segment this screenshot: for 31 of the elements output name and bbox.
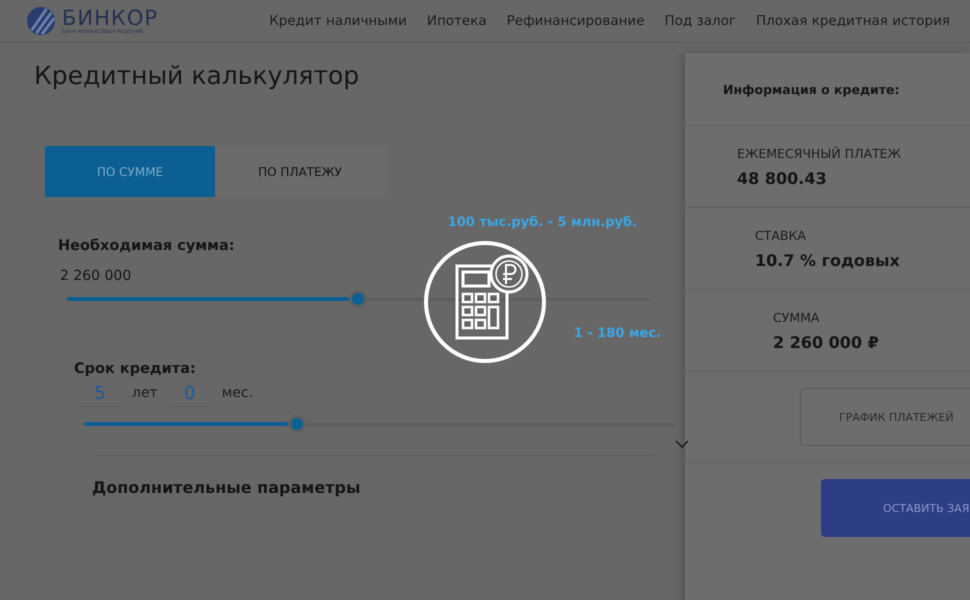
term-label: Срок кредита: bbox=[74, 361, 197, 377]
info-value: 48 800.43 bbox=[737, 168, 828, 188]
extra-params-heading[interactable]: Дополнительные параметры bbox=[92, 478, 655, 497]
months-unit: мес. bbox=[222, 385, 254, 403]
mode-tab[interactable]: ПО СУММЕ bbox=[45, 146, 215, 197]
chevron-icon[interactable] bbox=[675, 440, 689, 448]
amount-range: 100 тыс.руб. - 5 млн.руб. bbox=[448, 215, 637, 230]
mode-tab[interactable]: ПО ПЛАТЕЖУ bbox=[215, 146, 385, 197]
nav-link[interactable]: Ипотека bbox=[426, 13, 487, 29]
amount-label: Необходимая сумма: bbox=[58, 238, 236, 254]
nav-link[interactable]: Кредит наличными bbox=[269, 13, 407, 29]
info-value: 10.7 % годовых bbox=[755, 250, 901, 270]
info-label: СУММА bbox=[773, 310, 820, 324]
amount-value: 2 260 000 bbox=[60, 268, 132, 284]
slider-thumb[interactable] bbox=[288, 415, 306, 433]
logo-name: БИНКОР bbox=[62, 6, 158, 28]
calculator-icon bbox=[423, 240, 547, 364]
action-button[interactable]: ОСТАВИТЬ ЗАЯ bbox=[821, 479, 970, 537]
term-range: 1 - 180 мес. bbox=[574, 326, 661, 341]
nav-link[interactable]: Плохая кредитная история bbox=[756, 13, 950, 29]
nav-link[interactable]: Под залог bbox=[664, 13, 736, 29]
slider-thumb[interactable] bbox=[349, 290, 367, 308]
action-button[interactable]: ГРАФИК ПЛАТЕЖЕЙ bbox=[800, 388, 970, 446]
info-label: ЕЖЕМЕСЯЧНЫЙ ПЛАТЕЖ bbox=[737, 146, 902, 160]
info-value: 2 260 000 ₽ bbox=[773, 332, 880, 352]
nav-link[interactable]: Рефинансирование bbox=[506, 13, 645, 29]
logo-globe-icon bbox=[26, 6, 56, 36]
years-unit: лет bbox=[132, 385, 158, 403]
page-title: Кредитный калькулятор bbox=[34, 61, 360, 90]
info-label: СТАВКА bbox=[755, 228, 807, 242]
card-title: Информация о кредите: bbox=[723, 82, 900, 96]
